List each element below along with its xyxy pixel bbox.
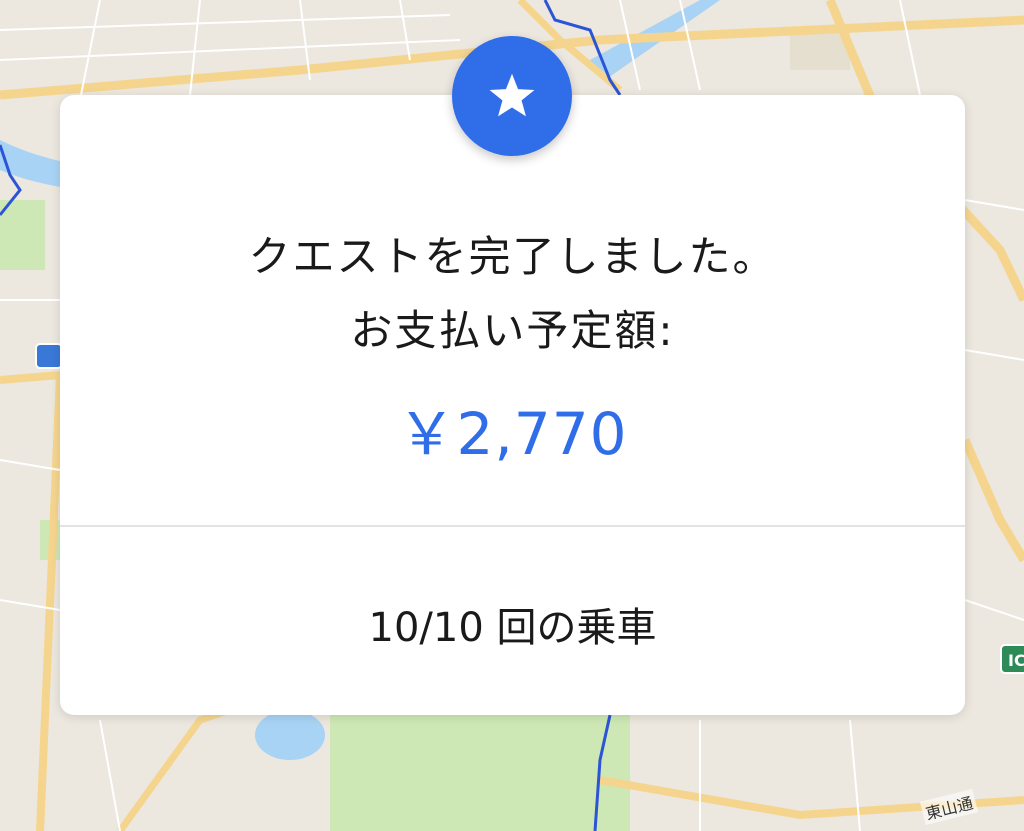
divider (60, 525, 965, 527)
highway-sign[interactable]: IC (1000, 644, 1024, 674)
payout-label: お支払い予定額: (350, 306, 675, 355)
ride-count: 10/10 回の乗車 (368, 605, 657, 651)
quest-complete-dialog: クエストを完了しました。 お支払い予定額: ￥2,770 10/10 回の乗車 (60, 95, 965, 715)
station-icon[interactable] (35, 343, 63, 369)
quest-badge (452, 36, 572, 156)
quest-complete-message: クエストを完了しました。 (248, 232, 777, 281)
star-icon (487, 72, 537, 120)
payout-amount: ￥2,770 (397, 400, 628, 468)
